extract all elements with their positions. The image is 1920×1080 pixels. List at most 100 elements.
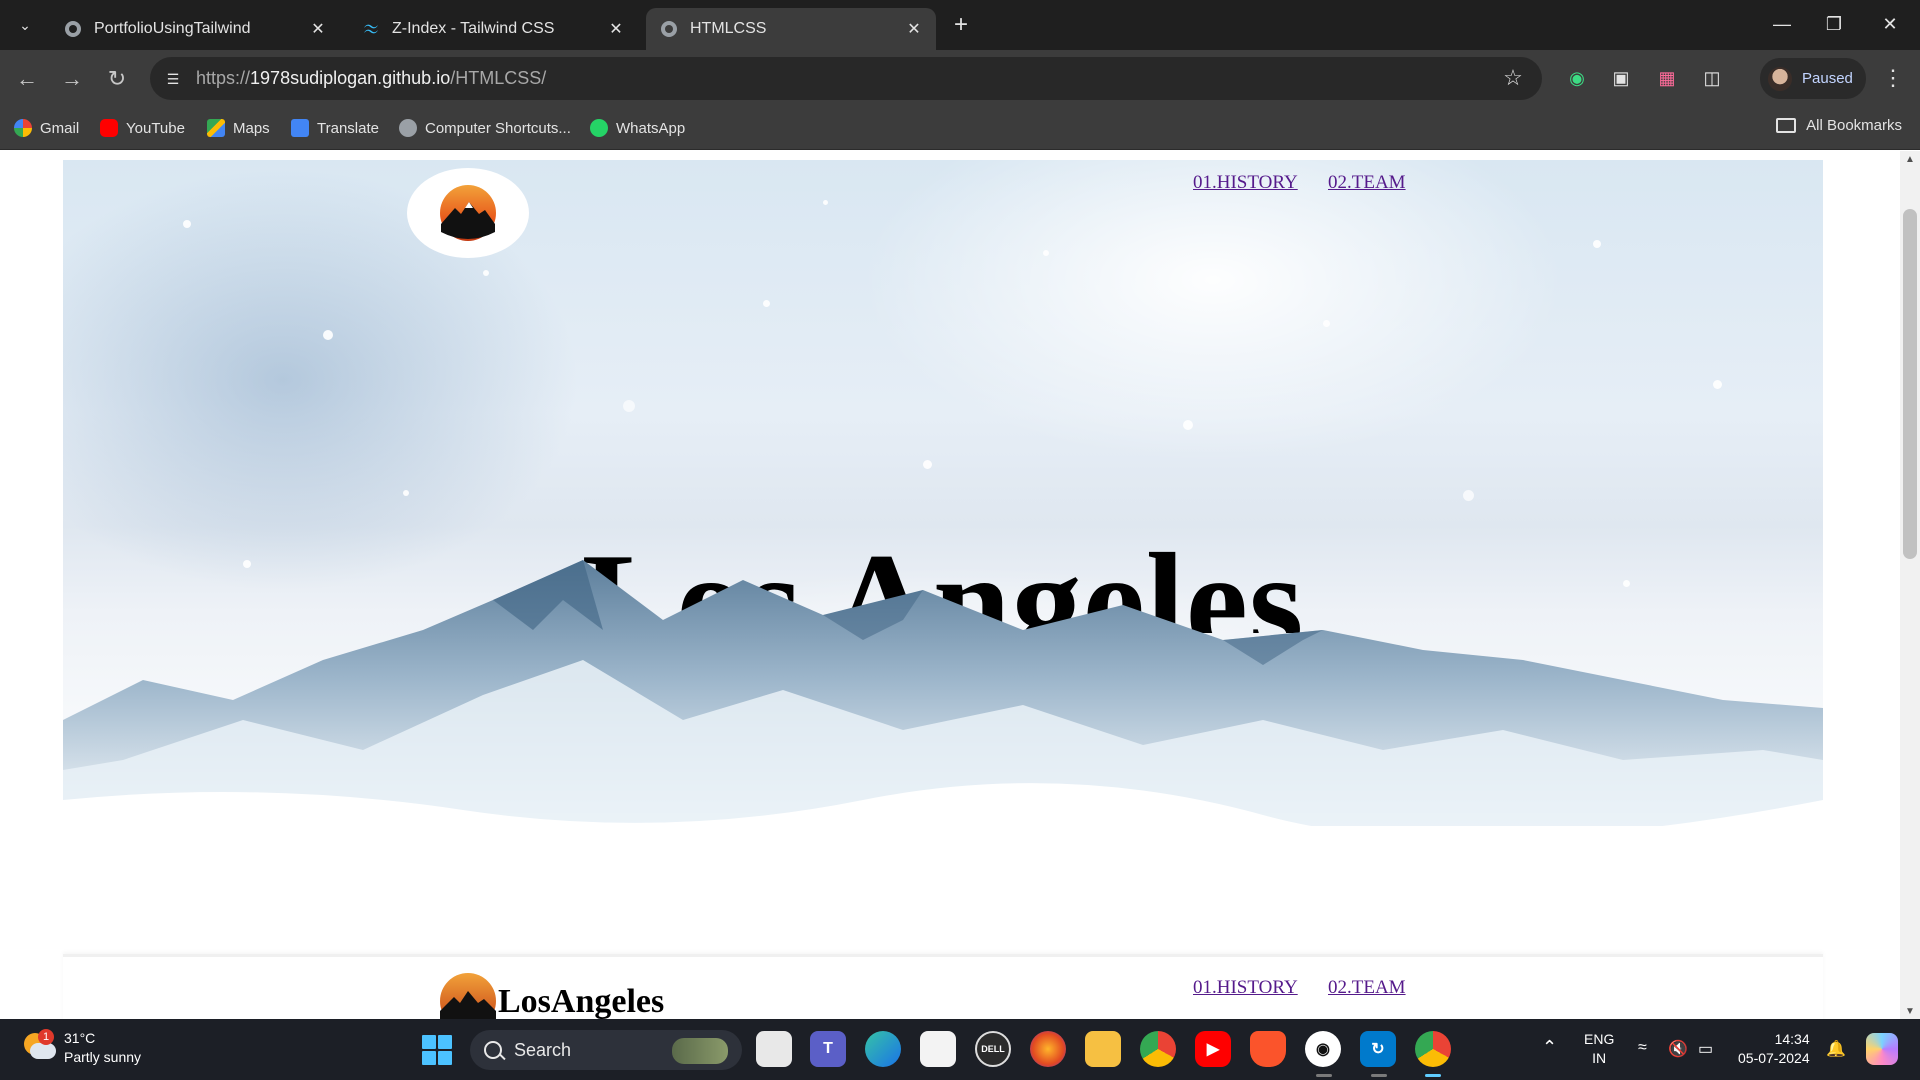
bookmark-youtube[interactable]: YouTube bbox=[100, 117, 185, 139]
volume-muted-icon[interactable]: 🔇 bbox=[1668, 1039, 1688, 1059]
notification-bell-icon[interactable]: 🔔 bbox=[1826, 1039, 1846, 1059]
battery-icon[interactable]: ▭ bbox=[1698, 1039, 1713, 1059]
forward-icon[interactable]: → bbox=[57, 64, 87, 94]
new-tab-button[interactable]: + bbox=[948, 11, 974, 38]
running-app-indicator bbox=[1316, 1074, 1332, 1077]
bookmark-computer-shortcuts[interactable]: Computer Shortcuts... bbox=[399, 117, 571, 139]
translate-icon bbox=[291, 119, 309, 137]
url-host: 1978sudiplogan.github.io bbox=[250, 68, 451, 88]
start-button[interactable] bbox=[422, 1035, 452, 1065]
tab-htmlcss[interactable]: HTMLCSS ✕ bbox=[646, 8, 936, 50]
firefox-icon[interactable] bbox=[1030, 1031, 1066, 1067]
chrome-profile-icon[interactable] bbox=[1415, 1031, 1451, 1067]
close-tab-icon[interactable]: ✕ bbox=[606, 19, 626, 39]
close-window-icon[interactable]: ✕ bbox=[1868, 8, 1912, 40]
menu-dots-icon[interactable]: ⋮ bbox=[1880, 63, 1906, 93]
globe-icon bbox=[65, 21, 81, 37]
secondary-header: LosAngeles 01.HISTORY 02.TEAM bbox=[63, 954, 1823, 1019]
globe-icon bbox=[661, 21, 677, 37]
running-app-indicator bbox=[1371, 1074, 1387, 1077]
bookmark-label: WhatsApp bbox=[616, 119, 686, 137]
partly-sunny-icon: 1 bbox=[22, 1029, 56, 1063]
brand[interactable]: LosAngeles bbox=[438, 971, 664, 1019]
language-indicator[interactable]: ENG IN bbox=[1584, 1030, 1614, 1068]
camera-icon[interactable]: ▣ bbox=[1606, 63, 1636, 93]
page-scrollbar[interactable]: ▲ ▼ bbox=[1900, 151, 1920, 1019]
bookmark-label: Maps bbox=[233, 119, 270, 137]
extensions-puzzle-icon[interactable]: ◫ bbox=[1697, 63, 1727, 93]
all-bookmarks-label: All Bookmarks bbox=[1806, 117, 1902, 134]
folder-icon bbox=[1776, 118, 1797, 133]
wifi-icon[interactable]: ≈ bbox=[1638, 1039, 1647, 1057]
mountain-sunset-logo-icon bbox=[440, 973, 496, 1019]
scroll-thumb[interactable] bbox=[1903, 209, 1917, 559]
tab-portfolio[interactable]: PortfolioUsingTailwind ✕ bbox=[50, 8, 340, 50]
search-highlight-image bbox=[672, 1038, 728, 1064]
bookmark-label: Computer Shortcuts... bbox=[425, 119, 571, 137]
close-tab-icon[interactable]: ✕ bbox=[308, 19, 328, 39]
youtube-icon[interactable]: ▶ bbox=[1195, 1031, 1231, 1067]
url-text[interactable]: https://1978sudiplogan.github.io/HTMLCSS… bbox=[196, 68, 546, 89]
page-viewport: Los Angeles 01.HISTORY 02.TEAM LosAngele… bbox=[0, 151, 1920, 1019]
tab-title: PortfolioUsingTailwind bbox=[94, 20, 251, 37]
reload-icon[interactable]: ↻ bbox=[102, 64, 132, 94]
edge-icon[interactable] bbox=[865, 1031, 901, 1067]
globe-icon bbox=[399, 119, 417, 137]
maps-icon bbox=[207, 119, 225, 137]
nav-link-history[interactable]: 01.HISTORY bbox=[1193, 977, 1298, 999]
bookmark-star-icon[interactable]: ☆ bbox=[1500, 65, 1526, 91]
scroll-down-icon[interactable]: ▼ bbox=[1900, 1003, 1920, 1019]
nav-link-history[interactable]: 01.HISTORY bbox=[1193, 172, 1298, 194]
site-info-icon[interactable]: ☰ bbox=[162, 68, 184, 90]
all-bookmarks-button[interactable]: All Bookmarks bbox=[1776, 117, 1902, 134]
store-icon[interactable] bbox=[920, 1031, 956, 1067]
hero-section: Los Angeles 01.HISTORY 02.TEAM bbox=[63, 160, 1823, 826]
browser-toolbar: ← → ↻ ☰ https://1978sudiplogan.github.io… bbox=[0, 50, 1920, 107]
profile-status: Paused bbox=[1802, 70, 1853, 87]
tailwind-icon bbox=[364, 24, 378, 34]
brave-icon[interactable] bbox=[1250, 1031, 1286, 1067]
file-explorer-icon[interactable] bbox=[1085, 1031, 1121, 1067]
teams-icon[interactable]: T bbox=[810, 1031, 846, 1067]
back-icon[interactable]: ← bbox=[12, 64, 42, 94]
notification-badge: 1 bbox=[38, 1029, 54, 1045]
logo[interactable] bbox=[407, 168, 529, 258]
search-label: Search bbox=[514, 1039, 572, 1060]
weather-temperature: 31°C bbox=[64, 1030, 96, 1046]
dell-icon[interactable]: DELL bbox=[975, 1031, 1011, 1067]
chrome-icon[interactable] bbox=[1140, 1031, 1176, 1067]
youtube-icon bbox=[100, 119, 118, 137]
nav-link-team[interactable]: 02.TEAM bbox=[1328, 977, 1406, 999]
minimize-icon[interactable]: — bbox=[1760, 8, 1804, 40]
vscode-icon[interactable]: ↻ bbox=[1360, 1031, 1396, 1067]
weather-description: Partly sunny bbox=[64, 1049, 142, 1065]
clock[interactable]: 14:34 05-07-2024 bbox=[1738, 1030, 1810, 1068]
windows-taskbar: 1 31°C Partly sunny Search T DELL ▶ ◉ ↻ … bbox=[0, 1019, 1920, 1080]
screen-capture-icon[interactable]: ▦ bbox=[1652, 63, 1682, 93]
tab-tailwind[interactable]: Z-Index - Tailwind CSS ✕ bbox=[348, 8, 638, 50]
address-bar[interactable]: ☰ https://1978sudiplogan.github.io/HTMLC… bbox=[150, 57, 1542, 100]
clock-date: 05-07-2024 bbox=[1738, 1050, 1810, 1066]
taskbar-search[interactable]: Search bbox=[470, 1030, 742, 1070]
bookmark-whatsapp[interactable]: WhatsApp bbox=[590, 117, 685, 139]
bookmark-gmail[interactable]: Gmail bbox=[14, 117, 79, 139]
github-icon[interactable]: ◉ bbox=[1305, 1031, 1341, 1067]
tab-title: HTMLCSS bbox=[690, 20, 767, 37]
copilot-icon[interactable] bbox=[1866, 1033, 1898, 1065]
nav-link-team[interactable]: 02.TEAM bbox=[1328, 172, 1406, 194]
close-tab-icon[interactable]: ✕ bbox=[904, 19, 924, 39]
restore-icon[interactable]: ❐ bbox=[1812, 8, 1856, 40]
tab-strip: ⌄ PortfolioUsingTailwind ✕ Z-Index - Tai… bbox=[0, 0, 1920, 50]
active-app-indicator bbox=[1425, 1074, 1441, 1077]
profile-button[interactable]: Paused bbox=[1760, 58, 1866, 99]
weather-widget[interactable]: 1 31°C Partly sunny bbox=[22, 1029, 141, 1067]
bookmark-maps[interactable]: Maps bbox=[207, 117, 270, 139]
bookmarks-bar: Gmail YouTube Maps Translate Computer Sh… bbox=[0, 107, 1920, 150]
extension-eye-icon[interactable]: ◉ bbox=[1562, 63, 1592, 93]
task-view-icon[interactable] bbox=[756, 1031, 792, 1067]
chevron-up-icon[interactable]: ⌃ bbox=[1542, 1037, 1557, 1058]
bookmark-translate[interactable]: Translate bbox=[291, 117, 379, 139]
bookmark-label: YouTube bbox=[126, 119, 185, 137]
tab-search-dropdown-icon[interactable]: ⌄ bbox=[12, 12, 38, 38]
scroll-up-icon[interactable]: ▲ bbox=[1900, 151, 1920, 167]
